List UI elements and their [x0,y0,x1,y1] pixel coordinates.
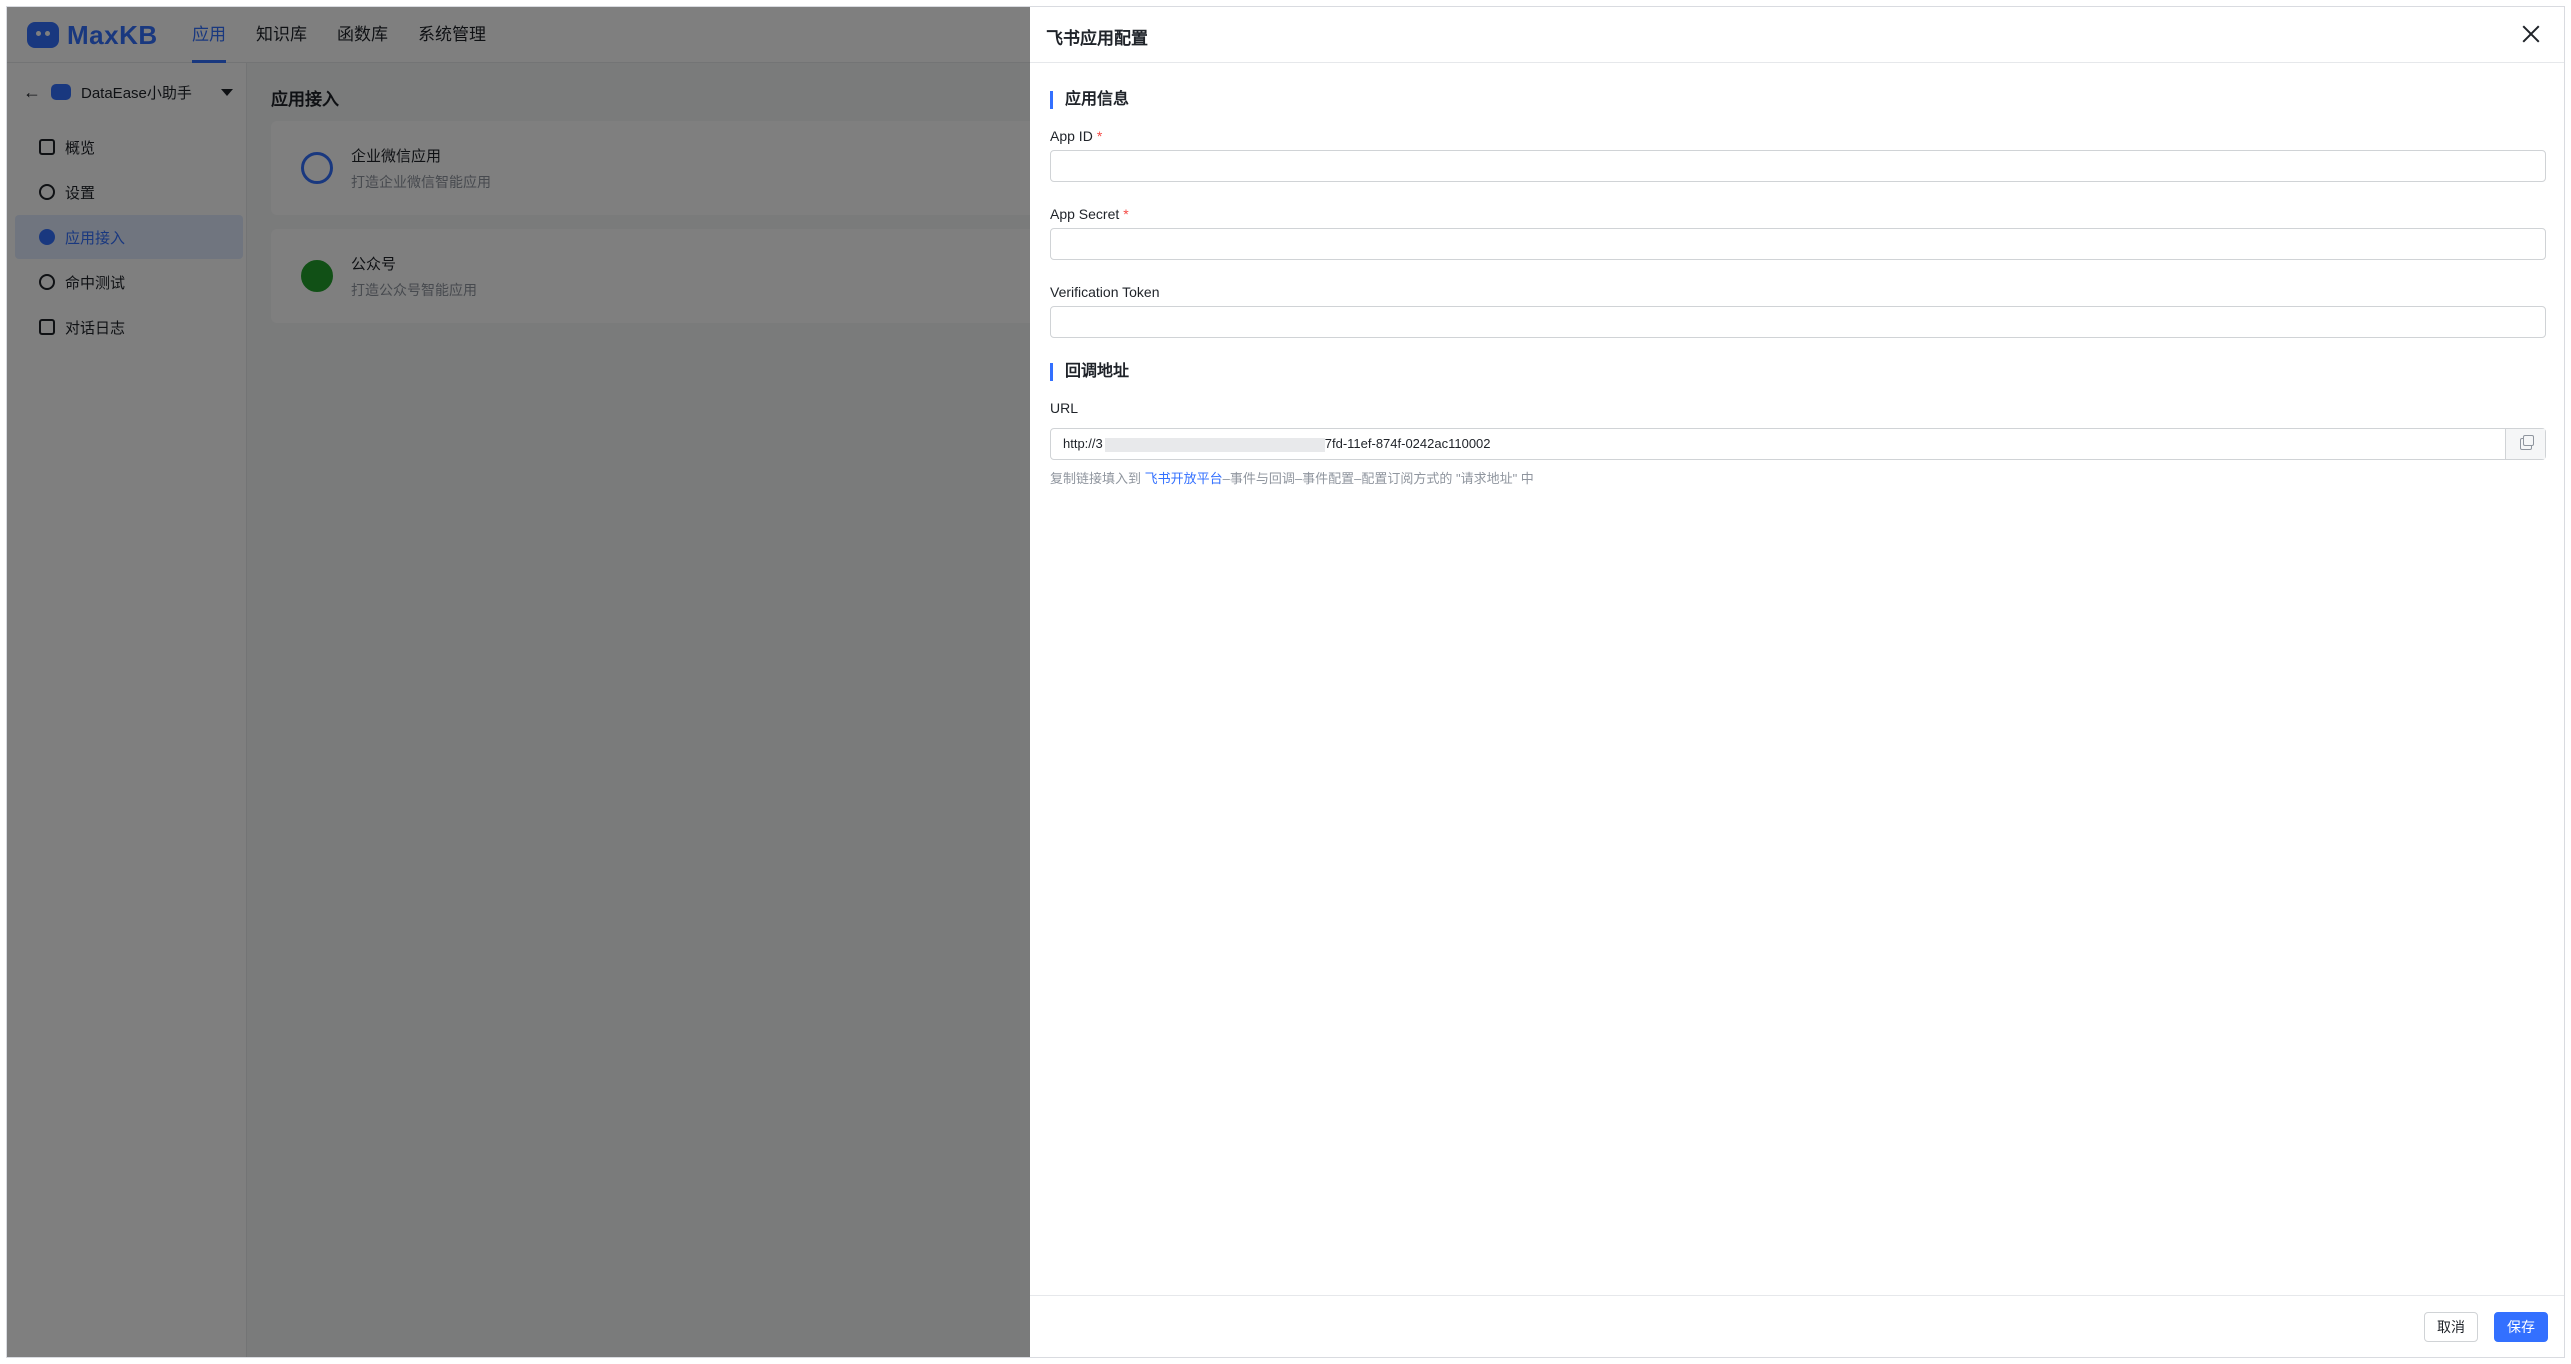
url-redacted [1104,437,1325,452]
hint-suffix: –事件与回调–事件配置–配置订阅方式的 "请求地址" 中 [1222,471,1534,486]
cancel-button[interactable]: 取消 [2424,1312,2478,1342]
app-id-input[interactable] [1050,150,2546,182]
url-field[interactable]: http://3 7fd-11ef-874f-0242ac110002 [1050,428,2546,460]
verification-token-label: Verification Token [1050,284,1160,300]
close-icon[interactable] [2518,21,2544,47]
verification-token-input[interactable] [1050,306,2546,338]
hint-prefix: 复制链接填入到 [1050,471,1142,486]
modal-overlay[interactable] [7,7,1030,1357]
app-secret-label-text: App Secret [1050,206,1120,222]
app-id-label: App ID * [1050,128,1102,144]
section-app-info: 应用信息 [1050,91,1129,109]
app-window: MaxKB 应用 知识库 函数库 系统管理 ← DataEase小助手 概览 设… [6,6,2565,1358]
drawer-footer: 取消 保存 [1030,1295,2564,1357]
copy-icon [2519,435,2534,450]
app-id-label-text: App ID [1050,128,1093,144]
url-hint: 复制链接填入到 飞书开放平台–事件与回调–事件配置–配置订阅方式的 "请求地址"… [1050,468,1534,487]
url-suffix: 7fd-11ef-874f-0242ac110002 [1324,436,1491,452]
url-label: URL [1050,400,1079,416]
url-prefix: http://3 [1063,436,1103,452]
save-button[interactable]: 保存 [2494,1312,2548,1342]
url-value[interactable]: http://3 7fd-11ef-874f-0242ac110002 [1051,436,2505,452]
required-mark: * [1096,128,1103,144]
app-secret-input[interactable] [1050,228,2546,260]
app-secret-label: App Secret * [1050,206,1129,222]
drawer-header: 飞书应用配置 [1030,7,2564,63]
required-mark: * [1123,206,1129,222]
feishu-config-drawer: 飞书应用配置 应用信息 App ID * App Secret * Verifica… [1030,7,2564,1357]
drawer-title: 飞书应用配置 [1046,29,1148,48]
copy-button[interactable] [2505,429,2545,459]
feishu-platform-link[interactable]: 飞书开放平台 [1145,471,1223,486]
section-callback: 回调地址 [1050,363,1129,381]
